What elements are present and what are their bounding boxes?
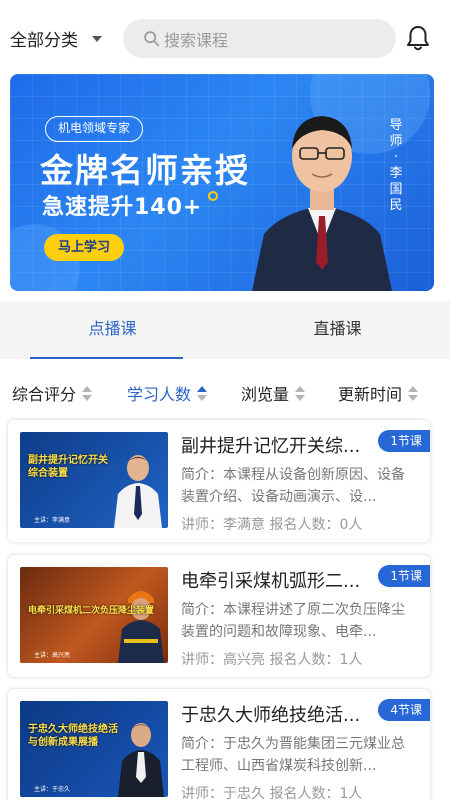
course-meta: 讲师：李满意 报名人数：0人 (181, 517, 363, 533)
course-card[interactable]: 于忠久大师绝技绝活 与创新成果展播 主讲：于忠久 于忠久大师绝技绝活... 4节… (8, 689, 430, 800)
speaker-figure (114, 455, 162, 528)
thumbnail-caption: 副井提升记忆开关 综合装置 (28, 455, 108, 479)
top-bar: 全部分类 搜索课程 (0, 0, 450, 76)
sort-arrows-icon (295, 385, 306, 401)
course-title: 副井提升记忆开关综... (181, 436, 361, 457)
course-thumbnail: 副井提升记忆开关 综合装置 主讲：李满意 (20, 432, 168, 528)
banner-tag: 机电领域专家 (45, 116, 144, 142)
sort-label: 学习人数 (127, 385, 192, 404)
course-thumbnail: 于忠久大师绝技绝活 与创新成果展播 主讲：于忠久 (20, 701, 168, 797)
sort-arrows-icon (408, 385, 419, 401)
course-card[interactable]: 电牵引采煤机二次负压降尘装置 主讲：高兴亮 电牵引采煤机弧形二... 1节课 简… (8, 555, 430, 677)
course-description: 简介：本课程讲述了原二次负压降尘装置的问题和故障现象、电牵... (181, 602, 405, 640)
category-dropdown[interactable]: 全部分类 (10, 26, 102, 51)
sort-label: 综合评分 (12, 385, 77, 404)
course-title: 于忠久大师绝技绝活... (181, 705, 361, 726)
lesson-count-badge: 4节课 (378, 699, 430, 721)
tab-live[interactable]: 直播课 (225, 301, 450, 359)
course-description: 简介：本课程从设备创新原因、设备装置介绍、设备动画演示、设... (181, 467, 405, 505)
lesson-count-badge: 1节课 (378, 565, 430, 587)
tab-on-demand[interactable]: 点播课 (0, 301, 225, 359)
sort-rating[interactable]: 综合评分 (12, 381, 93, 405)
course-title: 电牵引采煤机弧形二... (181, 571, 361, 592)
course-card[interactable]: 副井提升记忆开关 综合装置 主讲：李满意 副井提升记忆开关综... 1节课 简介… (8, 420, 430, 542)
sort-label: 浏览量 (241, 385, 290, 404)
thumbnail-speaker: 主讲：高兴亮 (34, 652, 71, 659)
search-placeholder: 搜索课程 (164, 30, 229, 50)
teacher-name-vertical: 导 师 · 李 国 民 (389, 118, 403, 213)
banner-title: 金牌名师亲授 (40, 151, 250, 190)
thumbnail-speaker: 主讲：于忠久 (34, 786, 71, 793)
speaker-figure (118, 591, 164, 663)
sort-bar: 综合评分 学习人数 浏览量 更新时间 (0, 373, 450, 411)
course-meta: 讲师：于忠久 报名人数：1人 (181, 786, 363, 800)
course-type-tabs: 点播课 直播课 (0, 301, 450, 359)
course-thumbnail: 电牵引采煤机二次负压降尘装置 主讲：高兴亮 (20, 567, 168, 663)
sort-arrows-icon (197, 385, 208, 401)
banner-dot (208, 191, 218, 201)
banner-subtitle: 急速提升140+ (42, 195, 203, 220)
sort-label: 更新时间 (338, 385, 403, 404)
thumbnail-caption: 电牵引采煤机二次负压降尘装置 (28, 606, 155, 616)
search-icon (144, 31, 160, 47)
sort-arrows-icon (82, 385, 93, 401)
course-meta: 讲师：高兴亮 报名人数：1人 (181, 652, 363, 668)
course-description: 简介：于忠久为晋能集团三元煤业总工程师、山西省煤炭科技创新... (181, 736, 405, 774)
search-input[interactable]: 搜索课程 (123, 19, 396, 58)
promo-banner[interactable]: 机电领域专家 金牌名师亲授 急速提升140+ 马上学习 导 师 · 李 国 民 (10, 74, 434, 291)
sort-views[interactable]: 浏览量 (241, 381, 306, 405)
thumbnail-caption: 于忠久大师绝技绝活 与创新成果展播 (28, 724, 118, 748)
lesson-count-badge: 1节课 (378, 430, 430, 452)
learn-now-button[interactable]: 马上学习 (44, 234, 124, 261)
sort-learners[interactable]: 学习人数 (127, 381, 208, 405)
speaker-figure (118, 723, 164, 797)
category-label: 全部分类 (10, 31, 78, 51)
chevron-down-icon (92, 35, 102, 42)
bell-icon[interactable] (405, 24, 431, 52)
teacher-portrait (252, 116, 392, 291)
sort-updated[interactable]: 更新时间 (338, 381, 419, 405)
thumbnail-speaker: 主讲：李满意 (34, 517, 71, 524)
